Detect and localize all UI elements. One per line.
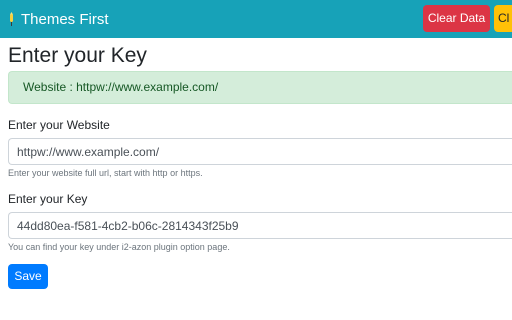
brand[interactable]: Themes First [8, 9, 109, 29]
website-input[interactable] [8, 138, 512, 165]
secondary-action-button[interactable]: Cl [494, 5, 512, 32]
brand-text: Themes First [21, 10, 109, 28]
page-title: Enter your Key [8, 44, 147, 67]
website-alert: Website : httpw://www.example.com/ [8, 71, 512, 104]
key-help-text: You can find your key under i2-azon plug… [8, 242, 230, 252]
key-input[interactable] [8, 212, 512, 239]
website-help-text: Enter your website full url, start with … [8, 168, 203, 178]
rocket-icon [8, 12, 15, 26]
navbar: Themes First Clear Data Cl [0, 0, 512, 38]
website-label: Enter your Website [8, 118, 110, 132]
key-label: Enter your Key [8, 192, 88, 206]
save-button[interactable]: Save [8, 264, 48, 289]
clear-data-button[interactable]: Clear Data [423, 5, 490, 32]
